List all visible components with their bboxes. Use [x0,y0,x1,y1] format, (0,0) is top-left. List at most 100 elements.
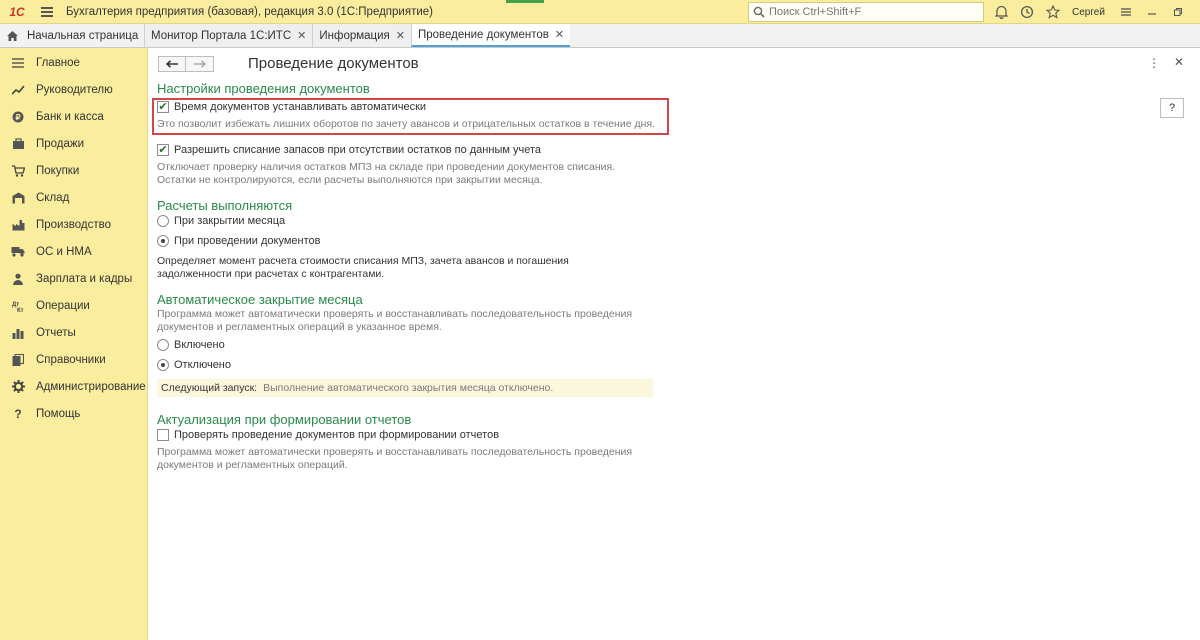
radio-button[interactable] [157,359,169,371]
sidebar-item-operations[interactable]: Дт Кт Операции [0,292,147,319]
close-icon[interactable]: ✕ [555,28,564,41]
page-title: Проведение документов [248,55,419,72]
sidebar-item-bank[interactable]: ₽ Банк и касса [0,103,147,130]
section-posting-settings: Настройки проведения документов [157,81,370,96]
search-input[interactable] [769,6,979,18]
close-icon[interactable]: ✕ [297,29,306,42]
refresh-desc: документов и регламентных операций. [157,459,348,471]
history-icon[interactable] [1014,0,1040,24]
bell-icon[interactable] [988,0,1014,24]
writeoff-desc: Отключает проверку наличия остатков МПЗ … [157,161,616,173]
forward-button[interactable] [186,56,214,72]
help-button[interactable]: ? [1160,98,1184,118]
tab-label: Монитор Портала 1С:ИТС [151,29,292,42]
books-icon [10,352,26,368]
sidebar-item-label: Склад [36,191,70,204]
auto-time-checkbox[interactable]: ✔ [157,101,169,113]
search-icon [753,6,765,18]
auto-close-desc: документов и регламентных операций в ука… [157,321,442,333]
sidebar-item-label: Банк и касса [36,110,104,123]
person-icon [10,271,26,287]
auto-close-desc: Программа может автоматически проверять … [157,308,633,320]
form-content: Проведение документов ⋮ ✕ ? Настройки пр… [148,48,1200,640]
back-button[interactable] [158,56,186,72]
close-icon[interactable]: ✕ [396,29,405,42]
auto-close-on-option[interactable]: Включено [157,339,225,351]
section-refresh-reports: Актуализация при формировании отчетов [157,412,412,427]
next-run-value: Выполнение автоматического закрытия меся… [263,382,554,394]
minimize-icon[interactable] [1139,0,1165,24]
arrow-right-icon [193,60,206,68]
tab-label: Проведение документов [418,28,549,41]
sidebar-item-catalogs[interactable]: Справочники [0,346,147,373]
close-form-icon[interactable]: ✕ [1174,55,1184,69]
settings-menu-icon[interactable] [1113,0,1139,24]
tab-document-posting[interactable]: Проведение документов ✕ [411,24,571,47]
sidebar-item-administration[interactable]: Администрирование [0,373,147,400]
tab-home-label: Начальная страница [27,29,139,42]
writeoff-checkbox[interactable]: ✔ [157,144,169,156]
menu-icon [10,55,26,71]
sidebar-item-label: Отчеты [36,326,76,339]
writeoff-option[interactable]: ✔ Разрешить списание запасов при отсутст… [157,144,541,156]
sidebar: Главное Руководителю ₽ Банк и касса Прод… [0,48,148,640]
calc-month-close-option[interactable]: При закрытии месяца [157,215,285,227]
svg-text:₽: ₽ [15,113,20,122]
tab-bar: Начальная страница Монитор Портала 1С:ИТ… [0,24,1200,48]
tab-home[interactable]: Начальная страница [0,24,144,47]
svg-text:Кт: Кт [17,308,24,312]
restore-icon[interactable] [1165,0,1191,24]
search-box[interactable] [748,2,984,22]
star-icon[interactable] [1040,0,1066,24]
sidebar-item-label: Операции [36,299,90,312]
sales-icon [10,136,26,152]
warehouse-icon [10,190,26,206]
close-window-icon[interactable] [1191,0,1200,24]
sidebar-item-warehouse[interactable]: Склад [0,184,147,211]
auto-close-off-option[interactable]: Отключено [157,359,231,371]
sidebar-item-main[interactable]: Главное [0,49,147,76]
sidebar-item-label: Справочники [36,353,106,366]
window-indicator [506,0,544,3]
radio-button[interactable] [157,215,169,227]
title-bar: 1С Бухгалтерия предприятия (базовая), ре… [0,0,1200,24]
sidebar-item-help[interactable]: ? Помощь [0,400,147,427]
radio-label: Включено [174,339,225,351]
sidebar-item-production[interactable]: Производство [0,211,147,238]
writeoff-desc: Остатки не контролируются, если расчеты … [157,174,543,186]
user-name[interactable]: Сергей [1072,7,1105,18]
trend-icon [10,82,26,98]
sidebar-item-label: Производство [36,218,111,231]
writeoff-label: Разрешить списание запасов при отсутстви… [174,144,541,156]
sidebar-item-manager[interactable]: Руководителю [0,76,147,103]
section-auto-close: Автоматическое закрытие месяца [157,292,363,307]
coin-icon: ₽ [10,109,26,125]
auto-time-desc: Это позволит избежать лишних оборотов по… [157,118,655,130]
tab-portal-monitor[interactable]: Монитор Портала 1С:ИТС ✕ [144,24,313,47]
sidebar-item-label: Покупки [36,164,80,177]
cart-icon [10,163,26,179]
tab-information[interactable]: Информация ✕ [312,24,411,47]
more-menu-icon[interactable]: ⋮ [1148,56,1160,70]
check-posting-checkbox[interactable] [157,429,169,441]
next-run-label: Следующий запуск: [161,382,258,394]
radio-label: Отключено [174,359,231,371]
sidebar-item-payroll[interactable]: Зарплата и кадры [0,265,147,292]
sidebar-item-label: Администрирование [36,380,146,393]
check-posting-option[interactable]: Проверять проведение документов при форм… [157,429,499,441]
radio-button[interactable] [157,235,169,247]
auto-time-option[interactable]: ✔ Время документов устанавливать автомат… [157,101,426,113]
sidebar-item-reports[interactable]: Отчеты [0,319,147,346]
sidebar-item-label: Руководителю [36,83,113,96]
radio-label: При закрытии месяца [174,215,286,227]
sidebar-item-label: ОС и НМА [36,245,92,258]
main-menu-icon[interactable] [34,0,60,24]
calc-posting-option[interactable]: При проведении документов [157,235,320,247]
refresh-desc: Программа может автоматически проверять … [157,446,633,458]
radio-button[interactable] [157,339,169,351]
app-title: Бухгалтерия предприятия (базовая), редак… [66,5,433,18]
sidebar-item-sales[interactable]: Продажи [0,130,147,157]
gear-icon [10,379,26,395]
sidebar-item-purchases[interactable]: Покупки [0,157,147,184]
sidebar-item-fixed-assets[interactable]: ОС и НМА [0,238,147,265]
